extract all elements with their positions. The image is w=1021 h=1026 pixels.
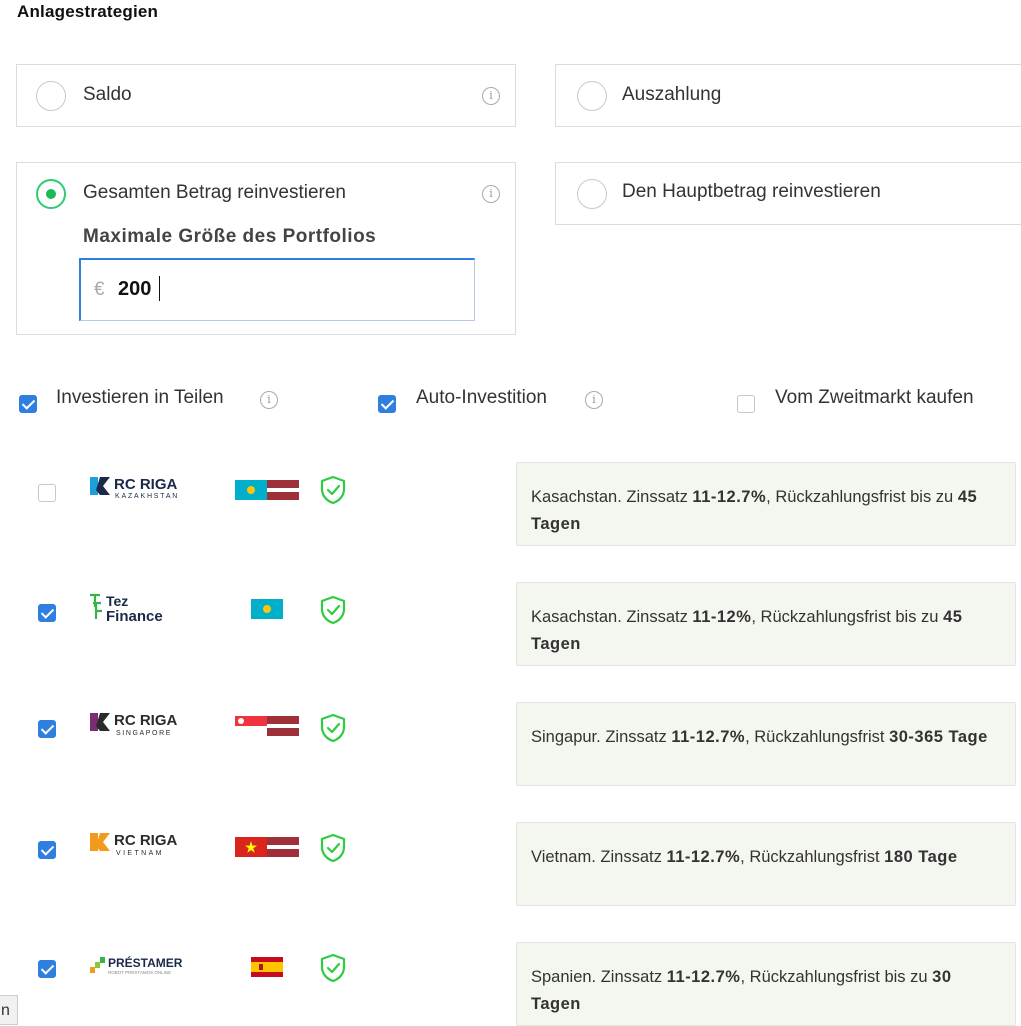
lender-info-box: Kasachstan. Zinssatz 11-12%, Rückzahlung… [516, 582, 1016, 666]
info-icon[interactable]: i [482, 87, 500, 105]
page-title: Anlagestrategien [17, 2, 159, 21]
lender-checkbox[interactable] [38, 960, 56, 978]
option-auto-label: Auto-Investition [416, 387, 547, 408]
lender-checkbox[interactable] [38, 484, 56, 502]
info-icon[interactable]: i [482, 185, 500, 203]
lender-sub: VIETNAM [116, 850, 164, 857]
lender-info-box: Spanien. Zinssatz 11-12.7%, Rückzahlungs… [516, 942, 1016, 1026]
strategy-saldo[interactable]: Saldo i [16, 64, 516, 127]
strategy-gesamt-label: Gesamten Betrag reinvestieren [83, 182, 346, 203]
strategy-auszahlung-label: Auszahlung [622, 84, 722, 105]
radio-haupt[interactable] [577, 179, 607, 209]
lender-info-box: Kasachstan. Zinssatz 11-12.7%, Rückzahlu… [516, 462, 1016, 546]
tez-finance-logo: Tez Finance [90, 593, 163, 621]
strategy-auszahlung[interactable]: Auszahlung [555, 64, 1021, 127]
prestamer-logo: PRÉSTAMER ROBOT PRÉSTAMOS ONLINE [90, 955, 183, 975]
radio-saldo[interactable] [36, 81, 66, 111]
lender-name: RC RIGA [114, 832, 178, 849]
rc-riga-singapore-logo: RC RIGA SINGAPORE [90, 712, 178, 737]
lender-sub: SINGAPORE [116, 730, 172, 737]
partial-button[interactable]: n [0, 995, 18, 1025]
option-zweitmarkt-label: Vom Zweitmarkt kaufen [775, 387, 974, 408]
lender-checkbox[interactable] [38, 604, 56, 622]
strategy-haupt-label: Den Hauptbetrag reinvestieren [622, 181, 881, 202]
lender-name-line1: Tez [106, 593, 128, 609]
kazakhstan-latvia-flag-icon [235, 480, 299, 500]
radio-auszahlung[interactable] [577, 81, 607, 111]
lender-info-box: Singapur. Zinssatz 11-12.7%, Rückzahlung… [516, 702, 1016, 786]
lender-name: PRÉSTAMER [108, 955, 183, 970]
checkbox-teilen[interactable] [19, 395, 37, 413]
radio-gesamt[interactable] [36, 179, 66, 209]
rc-riga-vietnam-logo: RC RIGA VIETNAM [90, 832, 178, 857]
shield-check-icon [320, 475, 346, 505]
spain-flag-icon [251, 957, 283, 977]
lender-name: RC RIGA [114, 712, 178, 729]
portfolio-size-label: Maximale Größe des Portfolios [83, 226, 377, 247]
lender-name: RC RIGA [114, 476, 178, 493]
shield-check-icon [320, 953, 346, 983]
lender-info-text: Kasachstan. Zinssatz 11-12%, Rückzahlung… [531, 608, 963, 653]
strategy-haupt[interactable]: Den Hauptbetrag reinvestieren [555, 162, 1021, 225]
currency-symbol: € [94, 279, 105, 300]
lender-sub: KAZAKHSTAN [115, 493, 179, 500]
vietnam-latvia-flag-icon [235, 837, 299, 857]
strategy-saldo-label: Saldo [83, 84, 132, 105]
portfolio-size-input[interactable]: € 200 [79, 258, 475, 321]
rc-riga-kazakhstan-logo: RC RIGA KAZAKHSTAN [90, 476, 179, 500]
shield-check-icon [320, 595, 346, 625]
checkbox-auto[interactable] [378, 395, 396, 413]
lender-name-line2: Finance [106, 608, 163, 621]
shield-check-icon [320, 833, 346, 863]
lender-info-box: Vietnam. Zinssatz 11-12.7%, Rückzahlungs… [516, 822, 1016, 906]
singapore-latvia-flag-icon [235, 716, 299, 736]
kazakhstan-flag-icon [251, 599, 283, 619]
lender-info-text: Vietnam. Zinssatz 11-12.7%, Rückzahlungs… [531, 848, 958, 866]
lender-sub: ROBOT PRÉSTAMOS ONLINE [108, 969, 171, 975]
lender-checkbox[interactable] [38, 720, 56, 738]
option-teilen-label: Investieren in Teilen [56, 387, 224, 408]
info-icon[interactable]: i [260, 391, 278, 409]
strategy-gesamt[interactable]: Gesamten Betrag reinvestieren i Maximale… [16, 162, 516, 335]
lender-checkbox[interactable] [38, 841, 56, 859]
checkbox-zweitmarkt[interactable] [737, 395, 755, 413]
shield-check-icon [320, 713, 346, 743]
info-icon[interactable]: i [585, 391, 603, 409]
lender-info-text: Kasachstan. Zinssatz 11-12.7%, Rückzahlu… [531, 488, 978, 533]
lender-info-text: Spanien. Zinssatz 11-12.7%, Rückzahlungs… [531, 968, 952, 1013]
lender-info-text: Singapur. Zinssatz 11-12.7%, Rückzahlung… [531, 728, 988, 746]
text-caret [159, 276, 160, 301]
portfolio-size-value: 200 [118, 278, 152, 300]
